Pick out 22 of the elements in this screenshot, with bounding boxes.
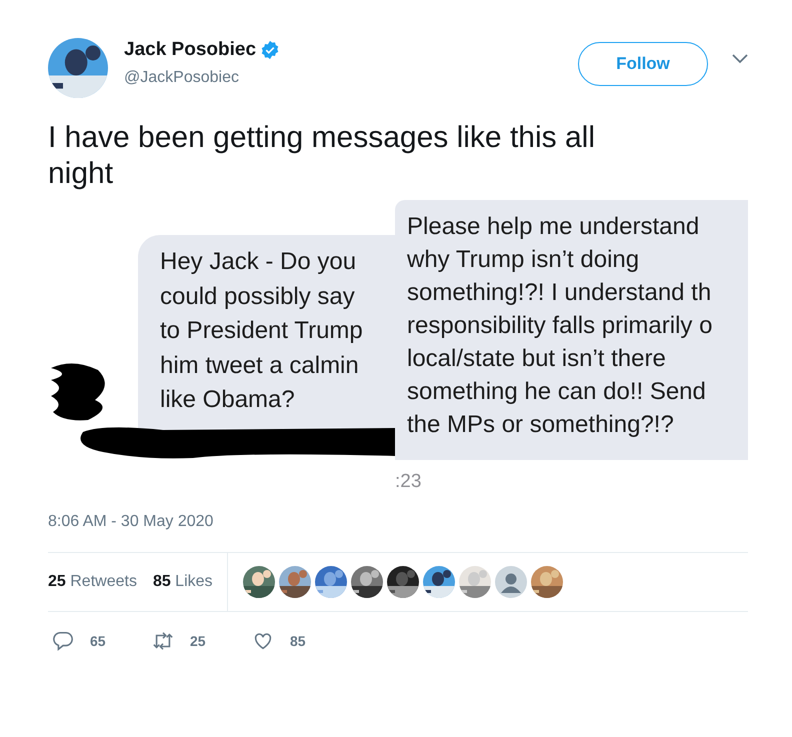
message-line: Hey Jack - Do you — [160, 247, 358, 277]
tweet-text: I have been getting messages like this all night — [48, 120, 596, 192]
message-time: :23 — [395, 470, 422, 494]
message-line: him tweet a calmin — [160, 350, 360, 380]
message-line: to President Trump — [160, 316, 364, 346]
action-count: 25 — [190, 632, 206, 650]
message-line: something he can do!! Send — [407, 377, 707, 407]
message-line: the MPs or something?!? — [407, 410, 675, 440]
engagement-stat[interactable]: 85 Likes — [152, 570, 213, 594]
message-line: responsibility falls primarily o — [407, 311, 714, 341]
engagement-stat[interactable]: 25 Retweets — [48, 570, 137, 594]
message-line: why Trump isn’t doing — [407, 245, 640, 275]
message-line: local/state but isn’t there — [407, 344, 667, 374]
action-count: 85 — [290, 632, 306, 650]
message-line: something!?! I understand th — [407, 278, 712, 308]
tweet-timestamp: 8:06 AM - 30 May 2020 — [48, 512, 214, 532]
action-count: 65 — [90, 632, 106, 650]
user-handle[interactable]: @JackPosobiec — [124, 66, 578, 90]
message-line: like Obama? — [160, 385, 296, 415]
author-name[interactable]: Jack Posobiec — [124, 38, 256, 62]
message-line: Please help me understand — [407, 212, 700, 242]
message-line: could possibly say — [160, 282, 356, 312]
